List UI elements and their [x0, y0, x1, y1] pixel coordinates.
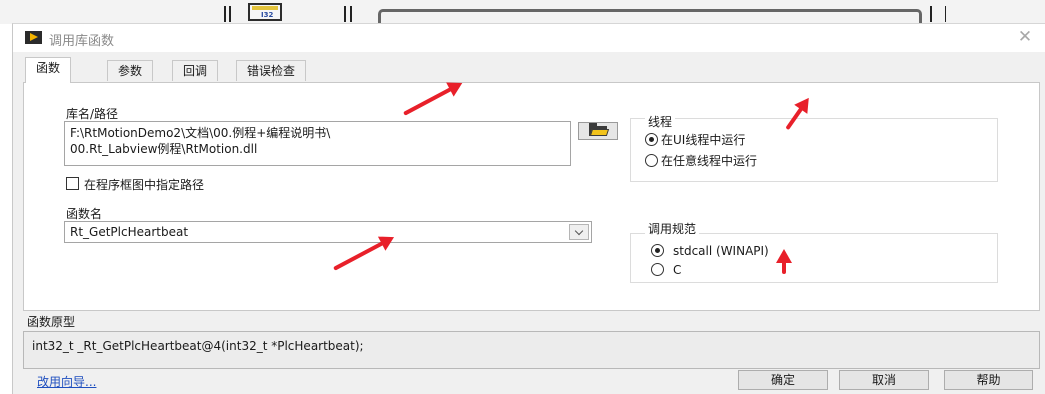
prototype-value: int32_t _Rt_GetPlcHeartbeat@4(int32_t *P… — [32, 339, 364, 353]
specify-path-checkbox[interactable] — [66, 177, 79, 190]
function-tab-panel: 库名/路径 F:\RtMotionDemo2\文档\00.例程+编程说明书\ 0… — [23, 82, 1040, 311]
wire-segment — [930, 6, 932, 22]
convention-option-c-label: C — [673, 262, 682, 277]
radio-selected-icon — [651, 244, 664, 257]
convention-option-c[interactable]: C — [651, 262, 681, 277]
radio-unselected-icon — [645, 154, 658, 167]
use-wizard-link[interactable]: 改用向导... — [37, 373, 96, 390]
annotation-arrow — [782, 259, 786, 274]
folder-icon — [589, 123, 610, 136]
tab-callbacks[interactable]: 回调 — [172, 60, 219, 81]
ok-button[interactable]: 确定 — [738, 370, 828, 390]
wire-segment — [229, 6, 231, 22]
specify-path-label: 在程序框图中指定路径 — [84, 178, 205, 192]
wire-segment — [350, 6, 352, 22]
prototype-label: 函数原型 — [27, 315, 76, 329]
i32-terminal-label: I32 — [261, 11, 274, 19]
tab-function[interactable]: 函数 — [25, 57, 72, 83]
call-library-function-dialog: 调用库函数 ✕ 函数 参数 回调 错误检查 库名/路径 F:\RtMotionD… — [12, 23, 1045, 394]
radio-selected-icon — [645, 133, 658, 146]
library-path-label: 库名/路径 — [66, 107, 119, 121]
library-path-line-1: F:\RtMotionDemo2\文档\00.例程+编程说明书\ — [70, 126, 331, 140]
thread-group-label: 线程 — [645, 113, 676, 130]
tab-error-checking[interactable]: 错误检查 — [236, 60, 307, 81]
function-name-label: 函数名 — [66, 207, 103, 221]
close-icon[interactable]: ✕ — [1013, 27, 1037, 49]
calling-convention-label: 调用规范 — [645, 220, 700, 237]
cancel-button[interactable]: 取消 — [839, 370, 929, 390]
prototype-box: int32_t _Rt_GetPlcHeartbeat@4(int32_t *P… — [23, 331, 1040, 369]
thread-option-ui-label: 在UI线程中运行 — [661, 133, 746, 147]
convention-option-stdcall-label: stdcall (WINAPI) — [673, 243, 769, 258]
chevron-down-icon — [574, 226, 584, 236]
wire-segment — [945, 6, 946, 22]
browse-button[interactable] — [578, 122, 618, 140]
labview-run-icon — [25, 31, 42, 44]
thread-option-any-label: 在任意线程中运行 — [661, 154, 758, 168]
dropdown-button[interactable] — [569, 224, 589, 240]
library-path-input[interactable]: F:\RtMotionDemo2\文档\00.例程+编程说明书\ 00.Rt_L… — [64, 121, 571, 166]
calling-convention-group: 调用规范 stdcall (WINAPI) C — [630, 220, 998, 283]
thread-group: 线程 在UI线程中运行 在任意线程中运行 — [630, 113, 998, 182]
title-bar: 调用库函数 ✕ — [13, 24, 1045, 52]
wire-segment — [344, 6, 346, 22]
library-path-line-2: 00.Rt_Labview例程\RtMotion.dll — [70, 142, 258, 156]
function-name-select[interactable]: Rt_GetPlcHeartbeat — [64, 221, 592, 243]
convention-option-stdcall[interactable]: stdcall (WINAPI) — [651, 243, 769, 258]
tab-parameters[interactable]: 参数 — [107, 60, 154, 81]
thread-option-ui[interactable]: 在UI线程中运行 — [645, 131, 745, 148]
i32-terminal: I32 — [248, 3, 282, 21]
structure-frame — [378, 9, 922, 23]
function-name-value: Rt_GetPlcHeartbeat — [70, 225, 189, 239]
radio-unselected-icon — [651, 263, 664, 276]
thread-option-any[interactable]: 在任意线程中运行 — [645, 152, 757, 169]
dialog-title: 调用库函数 — [49, 34, 115, 49]
help-button[interactable]: 帮助 — [944, 370, 1033, 390]
wire-segment — [224, 6, 226, 22]
